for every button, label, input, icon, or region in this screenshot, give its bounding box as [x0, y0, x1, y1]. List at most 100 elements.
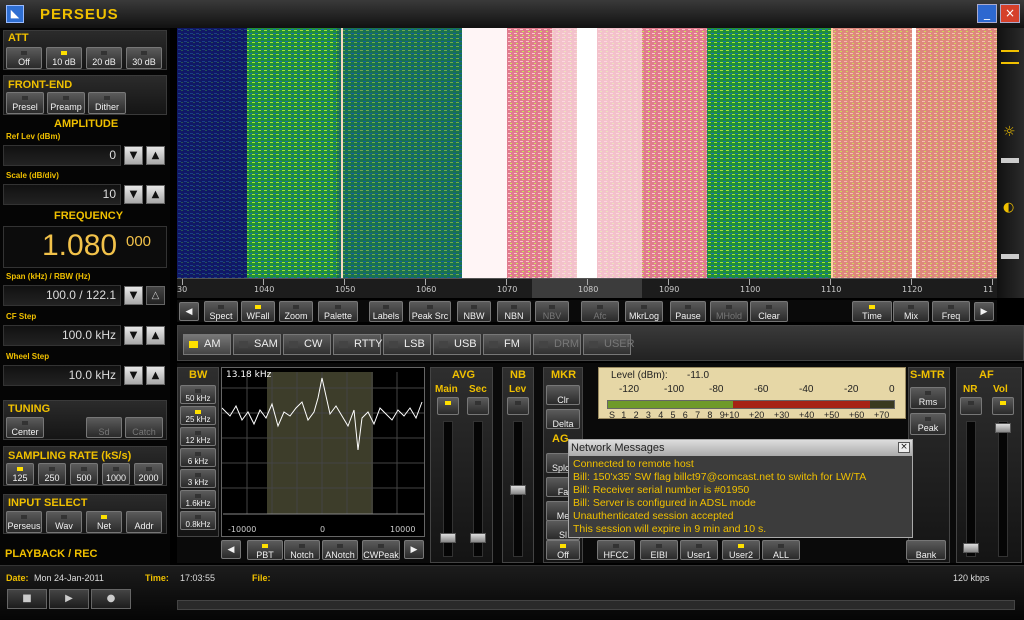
wheel-step-field[interactable]: 10.0 kHz [3, 365, 121, 386]
preamp-button[interactable]: Preamp [47, 92, 85, 114]
nr-slider-knob[interactable] [963, 543, 979, 553]
sampling-2000-button[interactable]: 2000 [134, 463, 163, 485]
toolbar-nbv-button[interactable]: NBV [535, 301, 569, 322]
bw-25khz-button[interactable]: 25 kHz [180, 406, 216, 425]
scale-field[interactable]: 10 [3, 184, 121, 205]
toolbar-wfall-button[interactable]: WFall [241, 301, 275, 322]
bw-3khz-button[interactable]: 3 kHz [180, 469, 216, 488]
toolbar-zoom-button[interactable]: Zoom [279, 301, 313, 322]
toolbar-time-button[interactable]: Time [852, 301, 892, 322]
perseus-app-icon[interactable]: ◣ [6, 5, 24, 23]
input-net-button[interactable]: Net [86, 511, 122, 533]
sd-button[interactable]: Sd [86, 417, 122, 438]
mode-sam-button[interactable]: SAM [233, 334, 281, 355]
cf-step-field[interactable]: 100.0 kHz [3, 325, 121, 346]
toolbar-clear-button[interactable]: Clear [750, 301, 788, 322]
smtr-peak-button[interactable]: Peak [910, 413, 946, 435]
sampling-125-button[interactable]: 125 [6, 463, 34, 485]
span-field[interactable]: 100.0 / 122.1 [3, 285, 121, 306]
playback-progress-bar[interactable] [177, 600, 1015, 610]
mode-fm-button[interactable]: FM [483, 334, 531, 355]
bw-6khz-button[interactable]: 6 kHz [180, 448, 216, 467]
mode-usb-button[interactable]: USB [433, 334, 481, 355]
waterfall-display[interactable] [177, 28, 997, 278]
mode-rtty-button[interactable]: RTTY [333, 334, 383, 355]
minimize-button[interactable]: _ [977, 4, 997, 23]
bw-50khz-button[interactable]: 50 kHz [180, 385, 216, 404]
vol-slider-track[interactable] [998, 421, 1008, 557]
filter-spectrum[interactable]: 13.18 kHz -10000 0 10000 [221, 367, 425, 537]
toolbar-palette-button[interactable]: Palette [318, 301, 358, 322]
toolbar-spect-button[interactable]: Spect [204, 301, 238, 322]
toolbar-peak-src-button[interactable]: Peak Src [409, 301, 451, 322]
input-wav-button[interactable]: Wav [46, 511, 82, 533]
memory-eibi-button[interactable]: EIBI [640, 540, 678, 560]
ref-level-down-button[interactable]: ▼ [124, 146, 143, 165]
toolbar-nbn-button[interactable]: NBN [497, 301, 531, 322]
toolbar-pause-button[interactable]: Pause [670, 301, 706, 322]
sampling-1000-button[interactable]: 1000 [102, 463, 130, 485]
memory-all-button[interactable]: ALL [762, 540, 800, 560]
nr-toggle[interactable] [960, 397, 982, 415]
dither-button[interactable]: Dither [88, 92, 126, 114]
stop-button[interactable]: ■ [7, 589, 47, 609]
span-down-button[interactable]: ▼ [124, 286, 143, 305]
ref-level-field[interactable]: 0 [3, 145, 121, 166]
frequency-axis[interactable]: 30 1040 1050 1060 1070 1080 1090 1100 1110 1120 11 [177, 278, 997, 298]
toolbar-mix-button[interactable]: Mix [893, 301, 929, 322]
memory-hfcc-button[interactable]: HFCC [597, 540, 635, 560]
cf-step-up-button[interactable]: ▲ [146, 326, 165, 345]
mode-user-button[interactable]: USER [583, 334, 635, 355]
network-messages-window[interactable]: Network Messages × Connected to remote h… [568, 439, 913, 538]
memory-user1-button[interactable]: User1 [680, 540, 718, 560]
agc-off-button[interactable]: Off [546, 540, 580, 560]
toolbar-freq-button[interactable]: Freq [932, 301, 970, 322]
avg-main-toggle[interactable] [437, 397, 459, 415]
span-up-button[interactable]: △ [146, 286, 165, 305]
mode-lsb-button[interactable]: LSB [383, 334, 431, 355]
filter-cwpeak-button[interactable]: CWPeak [362, 540, 400, 560]
toolbar-afc-button[interactable]: Afc [581, 301, 619, 322]
frequency-display[interactable]: 1.080 000 [3, 226, 167, 268]
filter-left-button[interactable]: ◀ [221, 540, 241, 559]
catch-button[interactable]: Catch [125, 417, 163, 438]
brightness-icon[interactable]: ☼ [1003, 124, 1016, 140]
toolbar-mhold-button[interactable]: MHold [710, 301, 748, 322]
bw-0.8khz-button[interactable]: 0.8kHz [180, 511, 216, 530]
toolbar-labels-button[interactable]: Labels [369, 301, 403, 322]
mode-am-button[interactable]: AM [183, 334, 231, 355]
scale-up-button[interactable]: ▲ [146, 185, 165, 204]
vol-slider-knob[interactable] [995, 423, 1011, 433]
mkr-clr-button[interactable]: Clr [546, 385, 580, 405]
close-button[interactable]: × [1000, 4, 1020, 23]
scale-down-button[interactable]: ▼ [124, 185, 143, 204]
brightness-slider[interactable] [1001, 158, 1019, 163]
filter-right-button[interactable]: ▶ [404, 540, 424, 559]
avg-sec-toggle[interactable] [467, 397, 489, 415]
play-button[interactable]: ▶ [49, 589, 89, 609]
presel-button[interactable]: Presel [6, 92, 44, 114]
nb-toggle[interactable] [507, 397, 529, 415]
contrast-slider[interactable] [1001, 254, 1019, 259]
scroll-left-button[interactable]: ◀ [179, 302, 199, 321]
att-off-button[interactable]: Off [6, 47, 42, 69]
att-20db-button[interactable]: 20 dB [86, 47, 122, 69]
nb-slider-knob[interactable] [510, 485, 526, 495]
wheel-step-up-button[interactable]: ▲ [146, 366, 165, 385]
filter-pbt-button[interactable]: PBT [247, 540, 283, 560]
filter-anotch-button[interactable]: ANotch [322, 540, 358, 560]
avg-sec-slider-knob[interactable] [470, 533, 486, 543]
avg-main-slider-knob[interactable] [440, 533, 456, 543]
record-button[interactable]: ● [91, 589, 131, 609]
vol-toggle[interactable] [992, 397, 1014, 415]
bank-button[interactable]: Bank [906, 540, 946, 560]
input-addr-button[interactable]: Addr [126, 511, 162, 533]
ref-level-up-button[interactable]: ▲ [146, 146, 165, 165]
center-button[interactable]: Center [6, 417, 44, 438]
bw-1.6khz-button[interactable]: 1.6kHz [180, 490, 216, 509]
zoom-lines-icon[interactable] [1001, 50, 1019, 64]
mkr-delta-button[interactable]: Delta [546, 409, 580, 429]
network-close-button[interactable]: × [898, 442, 910, 453]
wheel-step-down-button[interactable]: ▼ [124, 366, 143, 385]
toolbar-mkrlog-button[interactable]: MkrLog [625, 301, 663, 322]
